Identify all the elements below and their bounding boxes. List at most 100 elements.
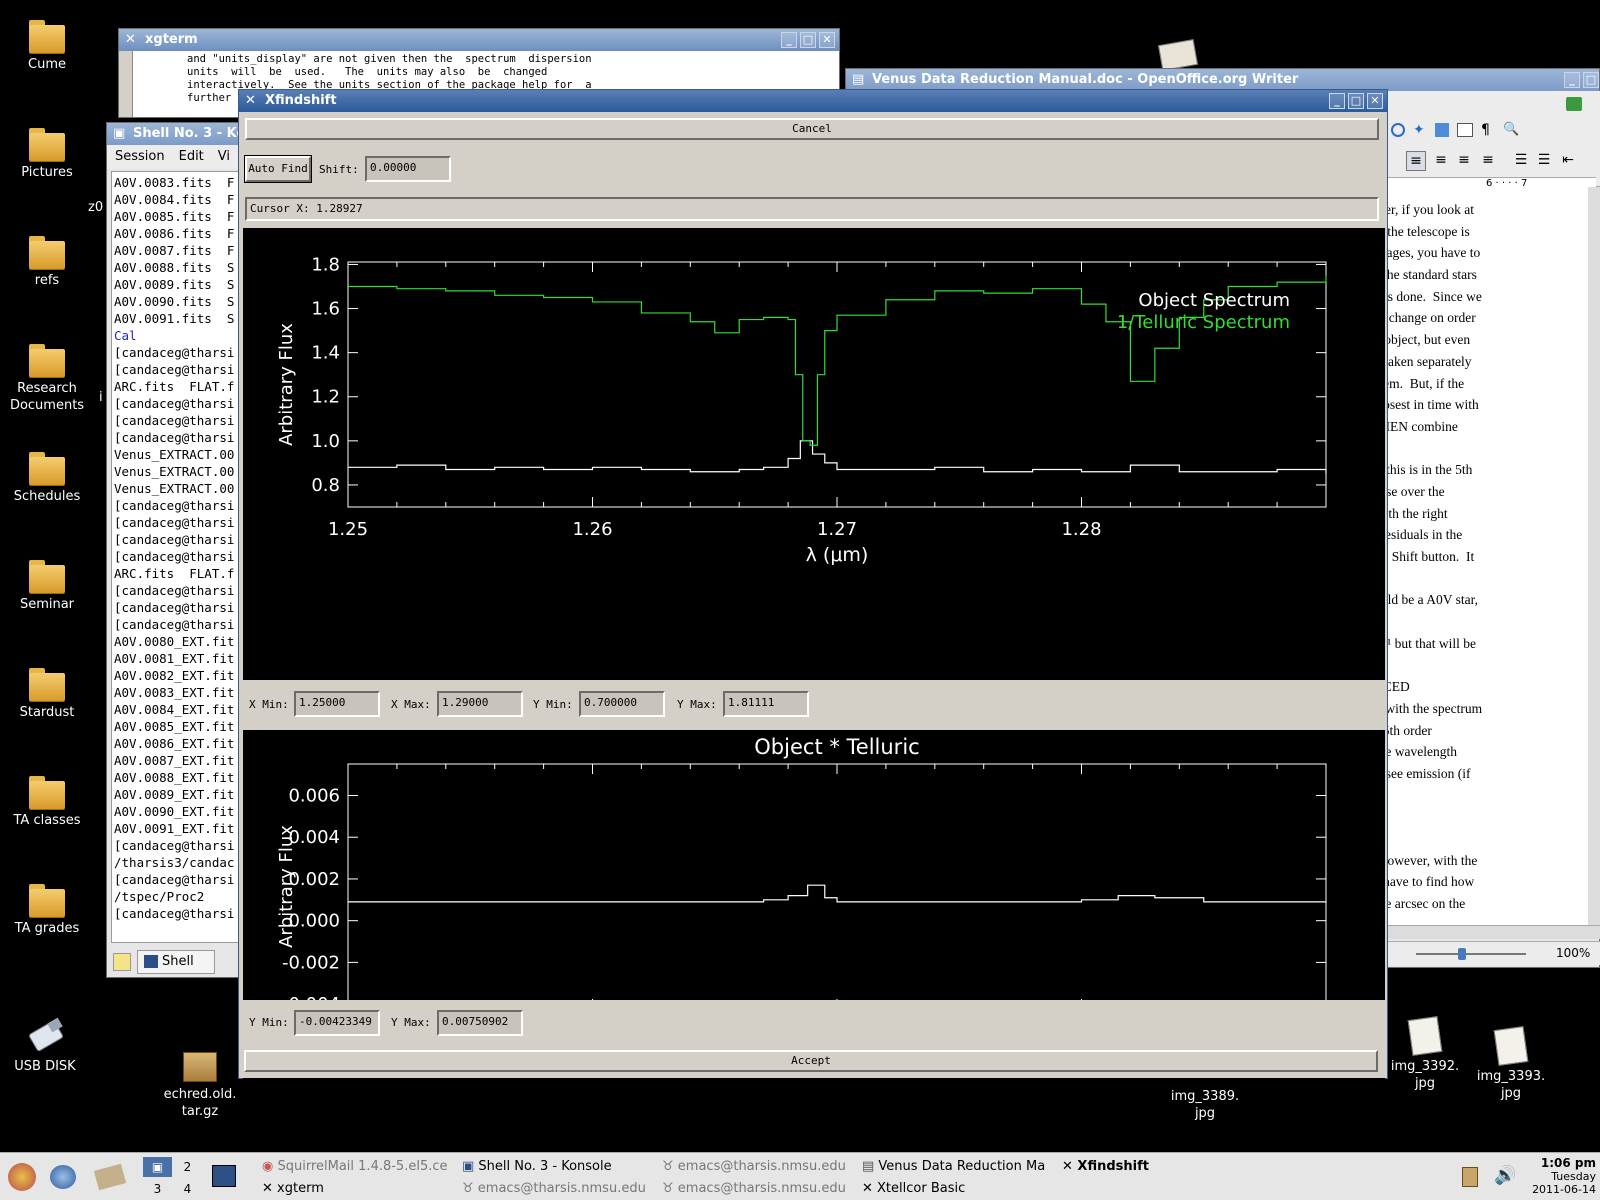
usb-disk-icon[interactable]: USB DISK (0, 1017, 90, 1075)
desktop-folder-ta-grades[interactable]: TA grades (2, 884, 92, 937)
y-max-input[interactable]: 1.81111 (723, 691, 809, 717)
desktop-folder-pictures[interactable]: Pictures (2, 128, 92, 181)
close-button[interactable]: ✕ (1367, 93, 1383, 109)
xfindshift-window[interactable]: ✕ Xfindshift _ □ ✕ Cancel Auto Find Shift: … (238, 89, 1388, 1090)
script-file-icon[interactable] (1158, 39, 1198, 71)
menu-item-vi[interactable]: Vi (218, 145, 230, 169)
y-min-input[interactable]: 0.700000 (579, 691, 665, 717)
tools-icon[interactable] (93, 1163, 127, 1191)
konsole-titlebar[interactable]: ▣ Shell No. 3 - Ko (107, 123, 245, 145)
terminal-line: [candaceg@tharsi (114, 532, 235, 547)
folder-label: Stardust (19, 705, 75, 720)
zoom-icon[interactable]: 🔍 (1503, 123, 1519, 137)
xfindshift-titlebar[interactable]: ✕ Xfindshift _ □ ✕ (239, 90, 1387, 112)
numbered-list-icon[interactable]: ☰ (1511, 151, 1531, 171)
spectrum-chart[interactable]: 1.25 1.26 1.27 1.28 0.8 1.0 1.2 1.4 1.6 1.8 λ (μm)… (243, 228, 1385, 680)
align-right-icon[interactable]: ≡ (1454, 151, 1474, 171)
scrollbar[interactable] (119, 51, 133, 117)
align-left-icon[interactable]: ≡ (1406, 151, 1426, 171)
accept-button[interactable]: Accept (244, 1050, 1378, 1072)
table-icon[interactable] (1457, 123, 1473, 137)
terminal-line: A0V.0080_EXT.fit (114, 634, 235, 649)
zoom-slider-thumb[interactable] (1458, 948, 1466, 960)
tab-shell[interactable]: Shell (137, 950, 215, 974)
file-img-3389[interactable]: img_3389. jpg (1160, 1088, 1250, 1122)
desktop-folder-ta-classes[interactable]: TA classes (2, 776, 92, 829)
download-icon[interactable] (1566, 97, 1582, 111)
desktop-folder-refs[interactable]: refs (2, 236, 92, 289)
network-icon[interactable] (50, 1165, 76, 1189)
pager: ▣ 2 3 4 (143, 1157, 203, 1199)
terminal-area[interactable]: A0V.0083.fits F A0V.0084.fits F A0V.0085.f… (111, 171, 243, 943)
desktop-folder-research-documents[interactable]: Research Documents (2, 344, 92, 414)
cancel-button[interactable]: Cancel (245, 118, 1379, 140)
zoom-slider[interactable] (1416, 953, 1526, 955)
volume-icon[interactable]: 🔊 (1494, 1165, 1516, 1186)
terminal-line: A0V.0084_EXT.fit (114, 702, 235, 717)
task-xgterm[interactable]: ✕ xgterm (262, 1181, 452, 1196)
spectrum-plot[interactable]: 1.25 1.26 1.27 1.28 0.8 1.0 1.2 1.4 1.6 1.8 λ (μm)… (243, 228, 1385, 680)
clipboard-icon[interactable] (1462, 1167, 1478, 1187)
pilcrow-icon[interactable]: ¶ (1481, 123, 1495, 137)
justify-icon[interactable]: ≡ (1478, 151, 1498, 171)
close-button[interactable]: ✕ (819, 32, 835, 48)
file-img-3392[interactable]: img_3392. jpg (1380, 1016, 1470, 1092)
minimize-button[interactable]: _ (1329, 93, 1345, 109)
document-icon: ▤ (862, 1159, 879, 1174)
vertical-scrollbar[interactable] (1588, 187, 1600, 925)
navigator-icon[interactable] (1435, 123, 1449, 137)
auto-find-button[interactable]: Auto Find (244, 155, 312, 183)
usb-disk-label: USB DISK (14, 1059, 76, 1074)
desktop-3[interactable]: 3 (143, 1179, 172, 1199)
shift-input[interactable]: 0.00000 (365, 156, 451, 182)
konsole-launcher-icon[interactable] (212, 1165, 236, 1187)
task-xfindshift[interactable]: ✕ Xfindshift (1062, 1159, 1252, 1174)
desktop-folder-schedules[interactable]: Schedules (2, 452, 92, 505)
task-writer[interactable]: ▤ Venus Data Reduction Ma (862, 1159, 1052, 1174)
indent-icon[interactable]: ⇤ (1558, 151, 1578, 171)
menu-item-session[interactable]: Session (115, 145, 165, 169)
x-icon: ✕ (245, 93, 256, 108)
kde-menu-icon[interactable] (8, 1163, 36, 1191)
new-tab-icon[interactable] (113, 953, 131, 971)
terminal-line: A0V.0088_EXT.fit (114, 770, 235, 785)
desktop-2[interactable]: 2 (173, 1157, 202, 1177)
task-squirrelmail[interactable]: ◉ SquirrelMail 1.4.8-5.el5.ce (262, 1159, 452, 1174)
file-label: echred.old. tar.gz (163, 1087, 237, 1119)
task-xtellcor[interactable]: ✕ Xtellcor Basic (862, 1181, 1052, 1196)
task-emacs-1[interactable]: ♉ emacs@tharsis.nmsu.edu (662, 1159, 852, 1174)
desktop-folder-stardust[interactable]: Stardust (2, 668, 92, 721)
desktop-1[interactable]: ▣ (143, 1157, 172, 1177)
maximize-button[interactable]: □ (800, 32, 816, 48)
desktop-folder-cume[interactable]: Cume (2, 20, 92, 73)
bullet-list-icon[interactable]: ☰ (1534, 151, 1554, 171)
minimize-button[interactable]: _ (781, 32, 797, 48)
terminal-icon: ▣ (113, 126, 126, 141)
clock[interactable]: 1:06 pm Tuesday 2011-06-14 (1520, 1157, 1596, 1197)
maximize-button[interactable]: □ (1348, 93, 1364, 109)
link-icon[interactable] (1391, 123, 1405, 137)
file-echred[interactable]: echred.old. tar.gz (155, 1052, 245, 1120)
task-emacs-3[interactable]: ♉ emacs@tharsis.nmsu.edu (662, 1181, 852, 1196)
maximize-button[interactable]: □ (1583, 72, 1599, 88)
konsole-window[interactable]: ▣ Shell No. 3 - Ko Session Edit Vi A0V.0083… (106, 122, 247, 978)
align-center-icon[interactable]: ≡ (1431, 151, 1451, 171)
task-label: emacs@tharsis.nmsu.edu (677, 1159, 846, 1174)
y-min-input-2[interactable]: -0.00423349 (294, 1010, 380, 1036)
emacs-icon: ♉ (662, 1181, 678, 1196)
x-min-input[interactable]: 1.25000 (294, 691, 380, 717)
y-max-input-2[interactable]: 0.00750902 (437, 1010, 523, 1036)
folder-label: Pictures (21, 165, 73, 180)
writer-titlebar[interactable]: ▤ Venus Data Reduction Manual.doc - OpenO… (846, 69, 1599, 91)
x-tick-label: 1.25 (328, 519, 368, 540)
star-icon[interactable]: ✦ (1413, 123, 1427, 137)
desktop-folder-seminar[interactable]: Seminar (2, 560, 92, 613)
task-emacs-2[interactable]: ♉ emacs@tharsis.nmsu.edu (462, 1181, 652, 1196)
file-img-3393[interactable]: img_3393. jpg (1466, 1026, 1556, 1102)
minimize-button[interactable]: _ (1564, 72, 1580, 88)
desktop-4[interactable]: 4 (173, 1179, 202, 1199)
xgterm-titlebar[interactable]: ✕ xgterm _ □ ✕ (119, 29, 839, 51)
task-konsole[interactable]: ▣ Shell No. 3 - Konsole (462, 1159, 652, 1174)
x-max-input[interactable]: 1.29000 (437, 691, 523, 717)
menu-item-edit[interactable]: Edit (179, 145, 204, 169)
